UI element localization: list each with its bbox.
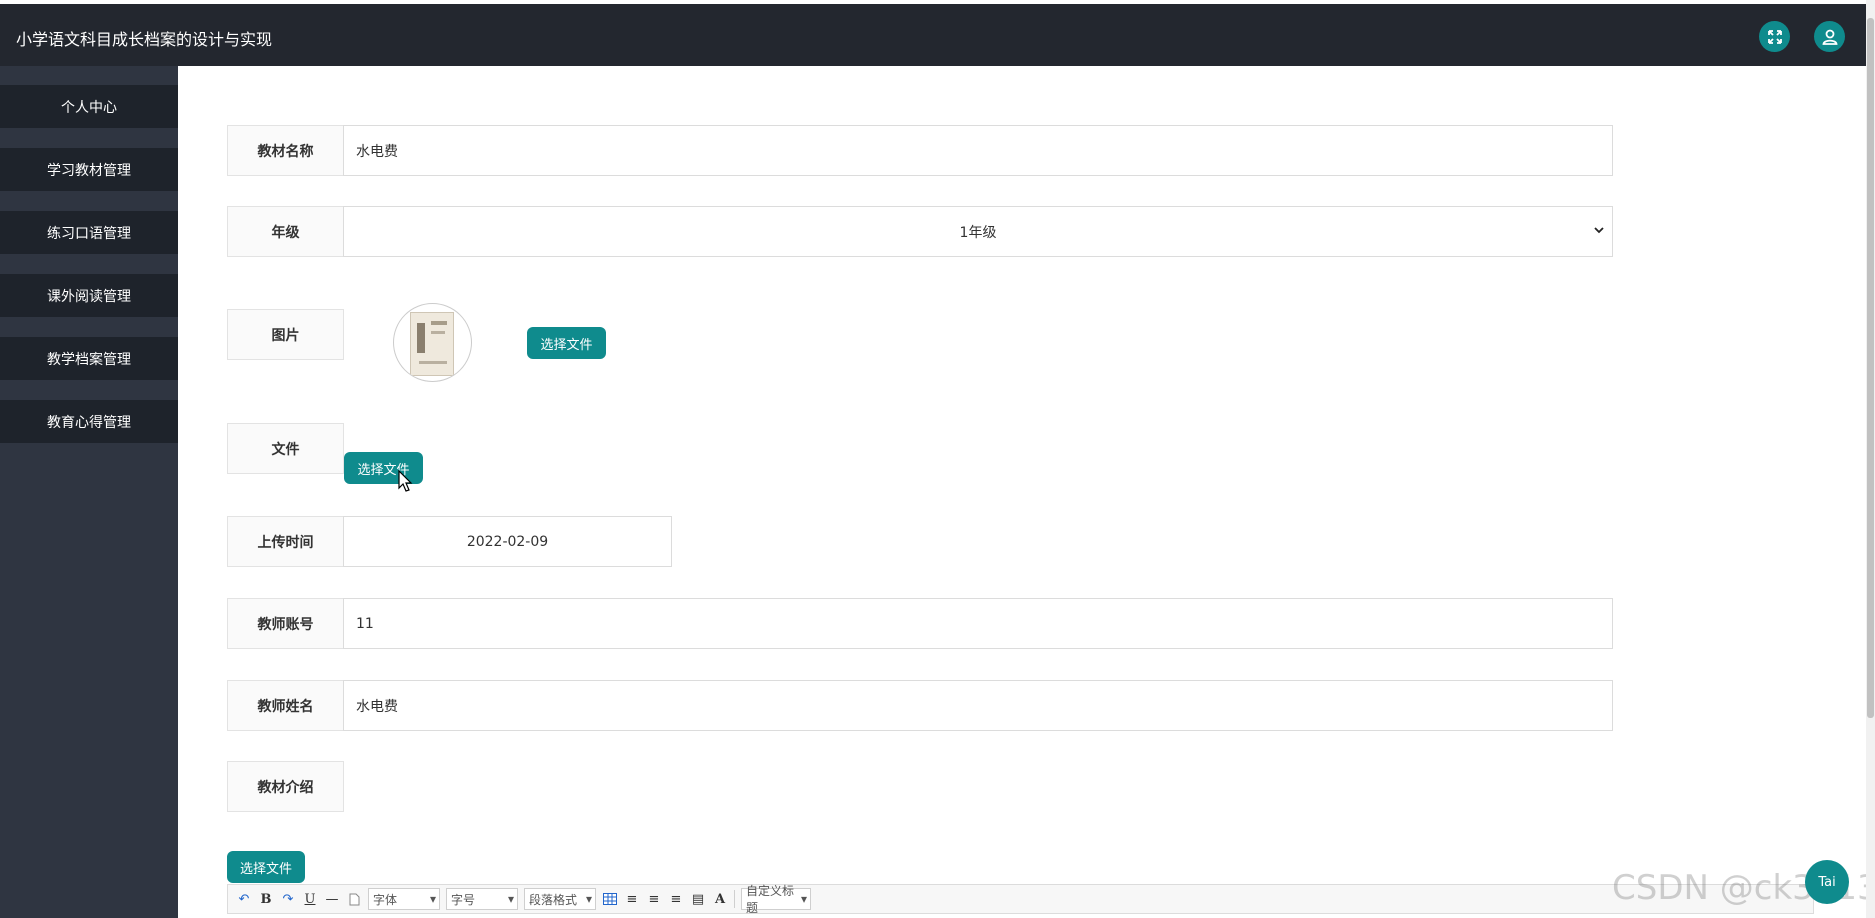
dropdown-arrow-icon: ▾ [507, 892, 514, 906]
align-center-icon[interactable]: ≡ [668, 889, 684, 909]
grade-selected-value: 1年级 [959, 224, 997, 241]
paragraph-format-dropdown[interactable]: 段落格式 ▾ [524, 888, 596, 910]
sidebar: 个人中心 学习教材管理 练习口语管理 课外阅读管理 教学档案管理 教育心得管理 [0, 66, 178, 918]
teacher-name-input[interactable]: 水电费 [343, 680, 1613, 731]
file-label: 文件 [227, 423, 344, 474]
font-size-dropdown-label: 字号 [451, 892, 476, 907]
top-bar: 小学语文科目成长档案的设计与实现 [0, 4, 1866, 66]
textbook-intro-label: 教材介绍 [227, 761, 344, 812]
image-preview [393, 303, 472, 382]
image-choose-file-button[interactable]: 选择文件 [527, 327, 606, 359]
toolbar-separator [734, 890, 735, 908]
teacher-account-label: 教师账号 [227, 598, 344, 649]
blank-page-icon[interactable] [346, 889, 362, 909]
teacher-account-input[interactable]: 11 [343, 598, 1613, 649]
textbook-name-label: 教材名称 [227, 125, 344, 176]
sidebar-item-teaching-archive-management[interactable]: 教学档案管理 [0, 337, 178, 380]
font-color-icon[interactable]: A [712, 889, 728, 909]
chevron-down-icon [1594, 224, 1604, 238]
custom-title-dropdown[interactable]: 自定义标题 ▾ [741, 884, 811, 915]
app-title: 小学语文科目成长档案的设计与实现 [16, 30, 273, 49]
paragraph-format-dropdown-label: 段落格式 [529, 892, 578, 907]
floating-action-button[interactable]: Tai [1805, 860, 1849, 904]
font-size-dropdown[interactable]: 字号 ▾ [446, 888, 518, 910]
fullscreen-icon[interactable] [1759, 21, 1790, 52]
teacher-name-label: 教师姓名 [227, 680, 344, 731]
page-scrollbar[interactable] [1866, 0, 1875, 918]
table-icon[interactable] [602, 889, 618, 909]
redo-icon[interactable]: ↷ [280, 889, 296, 909]
underline-icon[interactable]: U [302, 889, 318, 909]
mouse-cursor-icon [398, 470, 413, 492]
grade-select[interactable]: 1年级 [343, 206, 1613, 257]
dropdown-arrow-icon: ▾ [429, 892, 436, 906]
main-content [178, 66, 1866, 918]
sidebar-item-textbook-management[interactable]: 学习教材管理 [0, 148, 178, 191]
editor-toolbar: ↶ B ↷ U — 字体 ▾ 字号 ▾ 段落格式 ▾ ≡ ≡ ≡ ▤ A 自定义… [227, 884, 1814, 915]
user-icon[interactable] [1814, 21, 1845, 52]
sidebar-item-education-insight-management[interactable]: 教育心得管理 [0, 400, 178, 443]
scrollbar-thumb[interactable] [1867, 18, 1874, 718]
sidebar-item-personal-center[interactable]: 个人中心 [0, 85, 178, 128]
align-right-icon[interactable]: ≡ [646, 889, 662, 909]
align-left-icon[interactable]: ≡ [624, 889, 640, 909]
book-cover-thumbnail [410, 312, 454, 376]
intro-choose-file-button[interactable]: 选择文件 [227, 851, 305, 883]
dropdown-arrow-icon: ▾ [800, 892, 807, 906]
textbook-name-input[interactable]: 水电费 [343, 125, 1613, 176]
custom-title-dropdown-label: 自定义标题 [746, 884, 795, 915]
bold-icon[interactable]: B [258, 889, 274, 909]
sidebar-item-extracurricular-reading-management[interactable]: 课外阅读管理 [0, 274, 178, 317]
grade-label: 年级 [227, 206, 344, 257]
horizontal-rule-icon[interactable]: — [324, 889, 340, 909]
upload-time-input[interactable]: 2022-02-09 [343, 516, 672, 567]
font-family-dropdown-label: 字体 [373, 892, 398, 907]
sidebar-item-oral-practice-management[interactable]: 练习口语管理 [0, 211, 178, 254]
font-family-dropdown[interactable]: 字体 ▾ [368, 888, 440, 910]
upload-time-label: 上传时间 [227, 516, 344, 567]
image-label: 图片 [227, 309, 344, 360]
dropdown-arrow-icon: ▾ [585, 892, 592, 906]
undo-icon[interactable]: ↶ [236, 889, 252, 909]
align-justify-icon[interactable]: ▤ [690, 889, 706, 909]
